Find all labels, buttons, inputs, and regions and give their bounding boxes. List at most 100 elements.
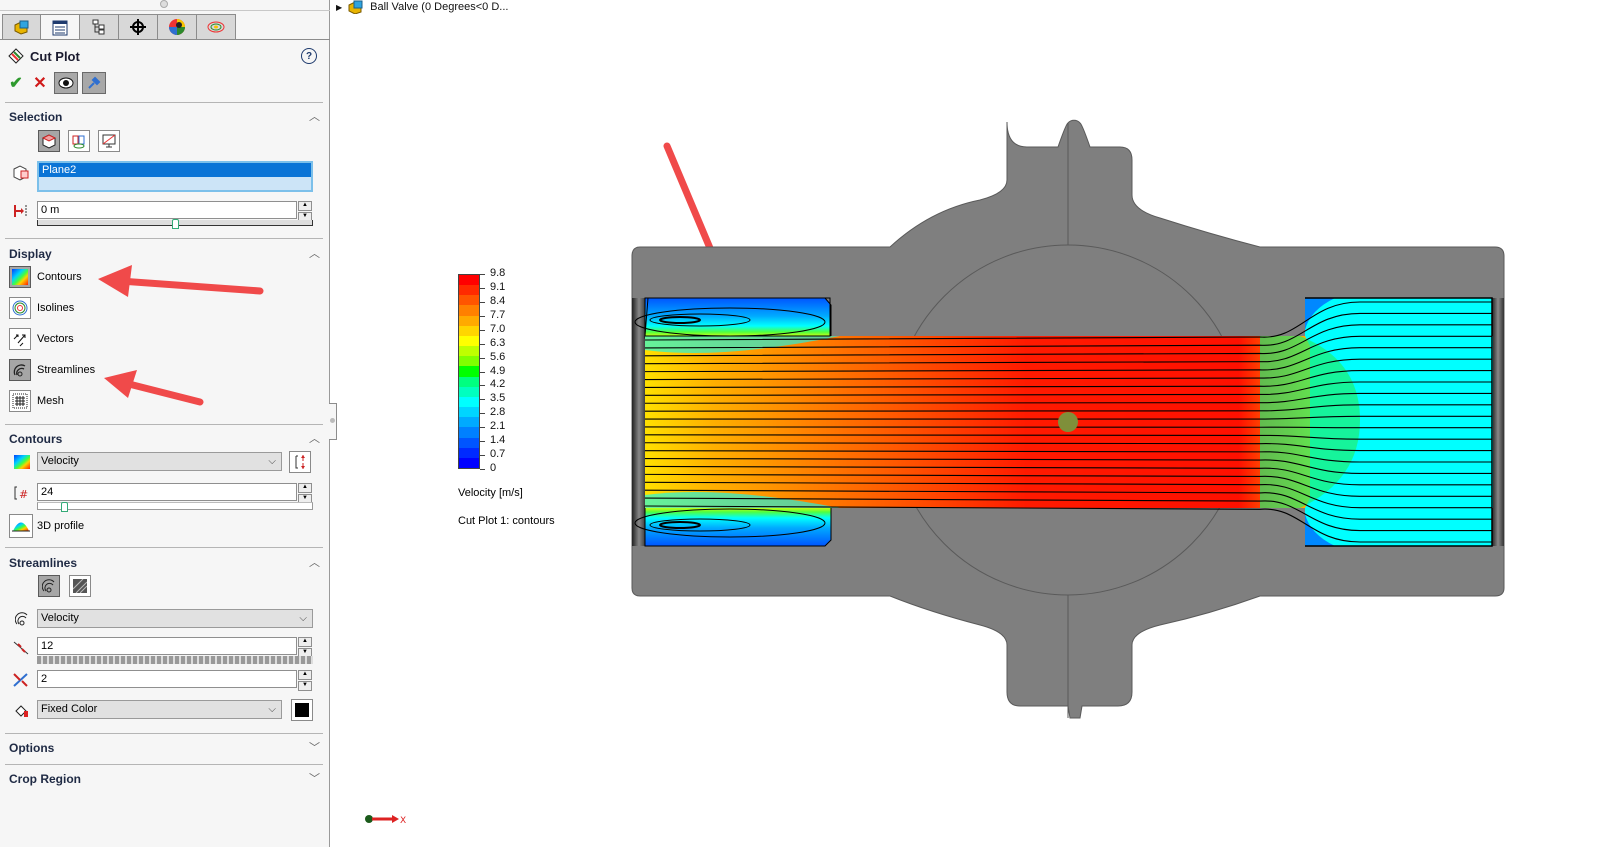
spin-down-icon[interactable]: ▼ xyxy=(298,681,312,691)
tab-configuration-manager[interactable] xyxy=(80,14,119,40)
tab-flow-simulation[interactable] xyxy=(197,14,236,40)
section-header-crop-region[interactable]: Crop Region xyxy=(9,772,81,786)
preview-toggle[interactable] xyxy=(54,72,78,94)
feature-manager-icon xyxy=(14,20,28,35)
legend-tick-label: 5.6 xyxy=(490,350,506,363)
tab-property-manager[interactable] xyxy=(41,14,80,40)
x-axis-label: X xyxy=(400,816,406,826)
screen-plane-button[interactable] xyxy=(98,130,120,152)
collapse-chevron-up-icon[interactable]: ︿ xyxy=(309,430,320,446)
offset-spinner[interactable]: ▲ ▼ xyxy=(298,201,312,222)
legend-tick-label: 2.1 xyxy=(490,420,506,433)
spacing-spinner[interactable]: ▲ ▼ xyxy=(298,670,312,691)
legend-tick xyxy=(480,287,485,289)
feature-tree-flyout[interactable]: ▶ Ball Valve (0 Degrees<0 D... xyxy=(336,0,508,14)
streamlines-parameter-select[interactable]: Velocity ⌵ xyxy=(37,609,313,628)
adjust-range-button[interactable] xyxy=(289,451,311,473)
legend-tick xyxy=(480,469,485,470)
display-vectors-toggle[interactable]: Vectors xyxy=(9,328,74,350)
cut-plot-view[interactable] xyxy=(600,100,1520,730)
collapse-chevron-up-icon[interactable]: ︿ xyxy=(309,108,320,124)
pin-button[interactable] xyxy=(82,72,106,94)
legend-tick-label: 0 xyxy=(490,462,497,474)
display-mesh-toggle[interactable]: Mesh xyxy=(9,390,64,412)
points-slider[interactable] xyxy=(37,656,313,664)
collapse-chevron-up-icon[interactable]: ︿ xyxy=(309,245,320,261)
collapse-chevron-up-icon[interactable]: ︿ xyxy=(309,554,320,570)
streamline-texture-button[interactable] xyxy=(69,575,91,597)
legend-tick xyxy=(480,343,485,345)
plane-selection-button[interactable] xyxy=(38,130,60,152)
legend-tick xyxy=(480,371,485,373)
legend-color-band xyxy=(459,295,479,306)
divider xyxy=(5,102,323,103)
legend-color-band xyxy=(459,376,479,387)
number-of-points-input[interactable]: 12 xyxy=(37,637,297,655)
cancel-button[interactable]: ✕ xyxy=(30,73,50,93)
paint-bucket-icon xyxy=(12,702,30,720)
3d-profile-icon xyxy=(12,522,30,532)
levels-spinner[interactable]: ▲ ▼ xyxy=(298,483,312,504)
spin-up-icon[interactable]: ▲ xyxy=(298,637,312,647)
section-header-options[interactable]: Options xyxy=(9,741,54,755)
streamlines-param-icon xyxy=(13,610,31,628)
streamline-color-select[interactable]: Fixed Color ⌵ xyxy=(37,700,282,719)
configuration-manager-icon xyxy=(92,19,105,35)
spin-up-icon[interactable]: ▲ xyxy=(298,201,312,211)
tab-display-manager[interactable] xyxy=(158,14,197,40)
streamlines-icon xyxy=(9,359,31,381)
pin-icon xyxy=(88,76,101,89)
legend-tick xyxy=(480,301,485,303)
legend-tick xyxy=(480,441,485,443)
tab-dimxpert[interactable] xyxy=(119,14,158,40)
display-isolines-toggle[interactable]: Isolines xyxy=(9,297,74,319)
section-header-streamlines[interactable]: Streamlines xyxy=(9,556,77,570)
legend-color-band xyxy=(459,386,479,397)
section-header-contours[interactable]: Contours xyxy=(9,432,62,446)
streamline-lines-button[interactable] xyxy=(38,575,60,597)
axis-triad: X xyxy=(365,815,406,826)
ok-button[interactable]: ✔ xyxy=(6,73,26,93)
expand-arrow-icon[interactable]: ▶ xyxy=(336,3,342,12)
color-swatch xyxy=(295,703,309,717)
display-vectors-label: Vectors xyxy=(37,333,74,345)
chevron-down-icon: ⌵ xyxy=(268,704,276,715)
reference-plane-icon xyxy=(12,163,30,181)
section-header-selection[interactable]: Selection xyxy=(9,110,62,124)
inlet-cap xyxy=(632,298,646,546)
contours-parameter-select[interactable]: Velocity ⌵ xyxy=(37,452,282,471)
legend-color-band xyxy=(459,366,479,377)
color-swatch-button[interactable] xyxy=(291,699,313,721)
selection-item-plane2[interactable]: Plane2 xyxy=(39,163,311,177)
spin-up-icon[interactable]: ▲ xyxy=(298,483,312,493)
expand-chevron-down-icon[interactable]: ﹀ xyxy=(309,739,320,755)
display-streamlines-toggle[interactable]: Streamlines xyxy=(9,359,95,381)
panel-splitter-handle[interactable] xyxy=(329,403,337,440)
points-spinner[interactable]: ▲ ▼ xyxy=(298,637,312,658)
offset-slider-thumb[interactable] xyxy=(172,219,179,229)
offset-icon xyxy=(12,202,30,220)
action-bar: ✔ ✕ xyxy=(6,72,106,94)
manager-tabs xyxy=(2,14,236,40)
arrow-spacing-input[interactable]: 2 xyxy=(37,670,297,688)
levels-slider[interactable] xyxy=(37,502,313,510)
expand-chevron-down-icon[interactable]: ﹀ xyxy=(309,770,320,786)
legend-color-band xyxy=(459,396,479,408)
3d-profile-button[interactable] xyxy=(9,514,33,538)
legend-tick-label: 7.0 xyxy=(490,322,506,335)
help-button[interactable]: ? xyxy=(301,48,317,64)
panel-grip[interactable] xyxy=(160,0,168,8)
tab-feature-manager[interactable] xyxy=(2,14,41,40)
legend-color-bar xyxy=(458,274,480,469)
section-header-display[interactable]: Display xyxy=(9,247,52,261)
selection-list[interactable]: Plane2 xyxy=(37,161,313,192)
legend-color-band xyxy=(459,407,479,418)
contour-levels-input[interactable]: 24 xyxy=(37,483,297,501)
section-selection-button[interactable] xyxy=(68,130,90,152)
spin-up-icon[interactable]: ▲ xyxy=(298,670,312,680)
display-contours-toggle[interactable]: Contours xyxy=(9,266,82,288)
offset-input[interactable]: 0 m xyxy=(37,201,297,219)
levels-slider-thumb[interactable] xyxy=(61,502,68,512)
legend-color-band xyxy=(459,417,479,428)
legend-subtitle: Cut Plot 1: contours xyxy=(458,515,555,527)
